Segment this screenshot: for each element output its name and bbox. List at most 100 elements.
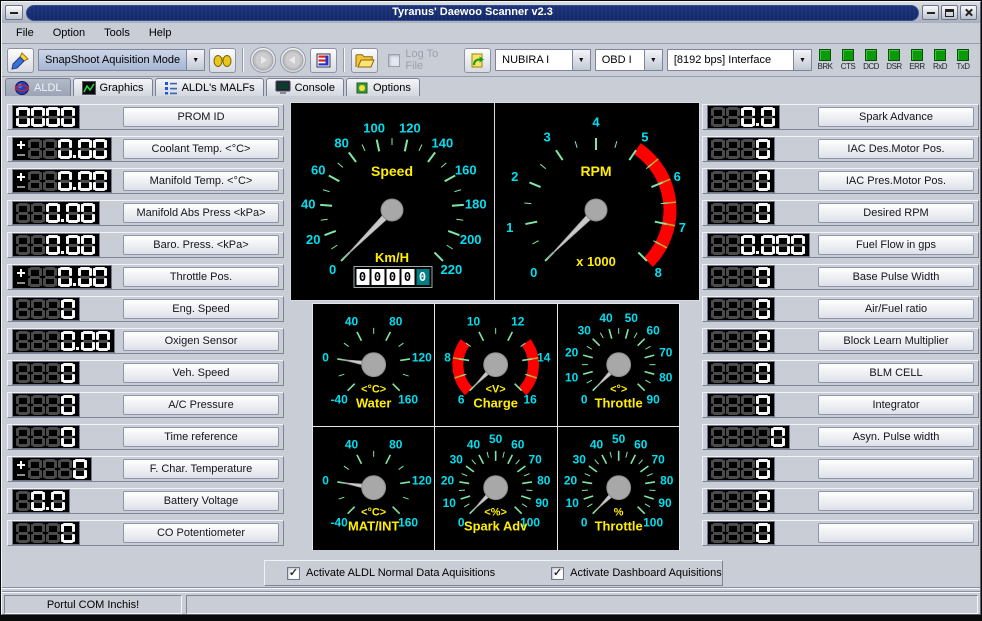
- interface-dropdown[interactable]: [8192 bps] Interface▼: [667, 49, 812, 71]
- vehicle-dropdown[interactable]: NUBIRA I▼: [495, 49, 591, 71]
- open-file-button[interactable]: [351, 48, 378, 73]
- checkbox-box[interactable]: [388, 54, 400, 67]
- left-sensor-column: PROM ID Coolant Temp. <°C> Manifold Temp. …: [7, 104, 284, 552]
- close-button[interactable]: [960, 5, 977, 20]
- system-menu-button[interactable]: [5, 5, 23, 20]
- connect-button[interactable]: [7, 48, 34, 73]
- obd-dropdown[interactable]: OBD I▼: [595, 49, 663, 71]
- minimize-icon: [927, 12, 935, 14]
- sensor-label-button[interactable]: Battery Voltage: [123, 491, 279, 511]
- led-label: RxD: [933, 62, 947, 71]
- svg-text:60: 60: [646, 324, 660, 338]
- sensor-row: PROM ID: [7, 104, 284, 130]
- dropdown-arrow-icon[interactable]: ▼: [186, 50, 204, 70]
- checkbox-label: Activate Dashboard Aquisitions: [570, 567, 722, 579]
- tab-label: Graphics: [100, 82, 144, 94]
- sensor-label-button[interactable]: F. Char. Temperature: [123, 459, 279, 479]
- serial-led-block: BRKCTSDCDDSRERRRxDTxD: [816, 49, 975, 71]
- sensor-label-button[interactable]: Asyn. Pulse width: [818, 427, 974, 447]
- sensor-label-button[interactable]: [818, 523, 974, 543]
- checkbox-box[interactable]: ✓: [551, 567, 564, 580]
- play-forward-button[interactable]: [250, 47, 276, 73]
- svg-text:50: 50: [489, 433, 503, 447]
- sensor-label-button[interactable]: CO Potentiometer: [123, 523, 279, 543]
- sensor-label-button[interactable]: Block Learn Multiplier: [818, 331, 974, 351]
- tab-console[interactable]: Console: [266, 78, 344, 96]
- svg-text:12: 12: [511, 315, 525, 329]
- tab-options[interactable]: Options: [346, 78, 420, 96]
- sensor-label-button[interactable]: Manifold Abs Press <kPa>: [123, 203, 279, 223]
- menu-file[interactable]: File: [7, 24, 44, 42]
- ecu-data-button[interactable]: [310, 48, 337, 73]
- acquisition-options-bar: ✓ Activate ALDL Normal Data Aquisitions ✓ A…: [264, 560, 723, 586]
- minimize-button[interactable]: [922, 5, 939, 20]
- sensor-row: Spark Advance: [702, 104, 979, 130]
- sensor-label-button[interactable]: Eng. Speed: [123, 299, 279, 319]
- water-gauge: -4004080120160Water<°C>: [313, 304, 434, 426]
- svg-text:0: 0: [581, 516, 588, 530]
- sensor-label-button[interactable]: IAC Des.Motor Pos.: [818, 139, 974, 159]
- svg-text:70: 70: [529, 453, 543, 467]
- sensor-label-button[interactable]: Fuel Flow in gps: [818, 235, 974, 255]
- svg-text:6: 6: [674, 169, 681, 184]
- led-display: [12, 297, 80, 321]
- export-button[interactable]: [464, 48, 491, 73]
- svg-text:60: 60: [311, 162, 325, 177]
- sensor-label-button[interactable]: PROM ID: [123, 107, 279, 127]
- snapshot-view-button[interactable]: [209, 48, 236, 73]
- svg-text:40: 40: [301, 197, 315, 212]
- menu-option[interactable]: Option: [44, 24, 95, 42]
- sensor-row: Oxigen Sensor: [7, 328, 284, 354]
- play-back-button[interactable]: [280, 47, 306, 73]
- sensor-label-button[interactable]: Desired RPM: [818, 203, 974, 223]
- sensor-row: Block Learn Multiplier: [702, 328, 979, 354]
- acquisition-mode-dropdown[interactable]: SnapShoot Aquisition Mode▼: [38, 49, 205, 71]
- sensor-label-button[interactable]: Veh. Speed: [123, 363, 279, 383]
- sensor-label-button[interactable]: Base Pulse Width: [818, 267, 974, 287]
- sensor-label-button[interactable]: Air/Fuel ratio: [818, 299, 974, 319]
- sensor-label-button[interactable]: Manifold Temp. <°C>: [123, 171, 279, 191]
- led-square-icon: [842, 49, 854, 61]
- sensor-label-button[interactable]: IAC Pres.Motor Pos.: [818, 171, 974, 191]
- menu-help[interactable]: Help: [140, 24, 182, 42]
- led-label: ERR: [909, 62, 924, 71]
- maximize-button[interactable]: [941, 5, 958, 20]
- svg-text:2: 2: [511, 169, 518, 184]
- svg-text:5: 5: [641, 130, 648, 145]
- led-label: TxD: [956, 62, 969, 71]
- tab-aldl-s-malfs[interactable]: ALDL's MALFs: [155, 78, 264, 96]
- sensor-label-button[interactable]: Time reference: [123, 427, 279, 447]
- sensor-label-button[interactable]: [818, 491, 974, 511]
- sensor-label-button[interactable]: Throttle Pos.: [123, 267, 279, 287]
- svg-text:90: 90: [536, 496, 550, 510]
- svg-text:8: 8: [445, 350, 452, 364]
- sensor-label-button[interactable]: Integrator: [818, 395, 974, 415]
- chart-icon: [82, 81, 96, 95]
- svg-text:40: 40: [599, 311, 613, 325]
- log-to-file-checkbox[interactable]: Log To File: [388, 48, 454, 72]
- speed-gauge: 020406080100120140160180200220SpeedKm/H …: [291, 103, 494, 300]
- dropdown-arrow-icon[interactable]: ▼: [572, 50, 590, 70]
- checkbox-label: Activate ALDL Normal Data Aquisitions: [306, 567, 495, 579]
- checkbox-activate-dashboard-aquisitions[interactable]: ✓ Activate Dashboard Aquisitions: [551, 567, 722, 580]
- sensor-label-button[interactable]: BLM CELL: [818, 363, 974, 383]
- checkbox-box[interactable]: ✓: [287, 567, 300, 580]
- svg-text:30: 30: [450, 453, 464, 467]
- led-display: [12, 393, 80, 417]
- dropdown-arrow-icon[interactable]: ▼: [644, 50, 662, 70]
- sensor-label-button[interactable]: [818, 459, 974, 479]
- svg-text:6: 6: [458, 392, 465, 406]
- sensor-label-button[interactable]: Oxigen Sensor: [123, 331, 279, 351]
- tab-aldl[interactable]: ALDL: [5, 78, 71, 96]
- sensor-label-button[interactable]: A/C Pressure: [123, 395, 279, 415]
- dropdown-arrow-icon[interactable]: ▼: [793, 50, 811, 70]
- sensor-label-button[interactable]: Coolant Temp. <°C>: [123, 139, 279, 159]
- checkbox-activate-aldl-normal-data-aquisitions[interactable]: ✓ Activate ALDL Normal Data Aquisitions: [287, 567, 495, 580]
- sensor-label-button[interactable]: Spark Advance: [818, 107, 974, 127]
- svg-text:60: 60: [511, 438, 525, 452]
- sensor-label-button[interactable]: Baro. Press. <kPa>: [123, 235, 279, 255]
- menu-tools[interactable]: Tools: [95, 24, 140, 42]
- tab-graphics[interactable]: Graphics: [73, 78, 153, 96]
- led-display: [12, 201, 100, 225]
- serial-led-txd: TxD: [954, 49, 972, 71]
